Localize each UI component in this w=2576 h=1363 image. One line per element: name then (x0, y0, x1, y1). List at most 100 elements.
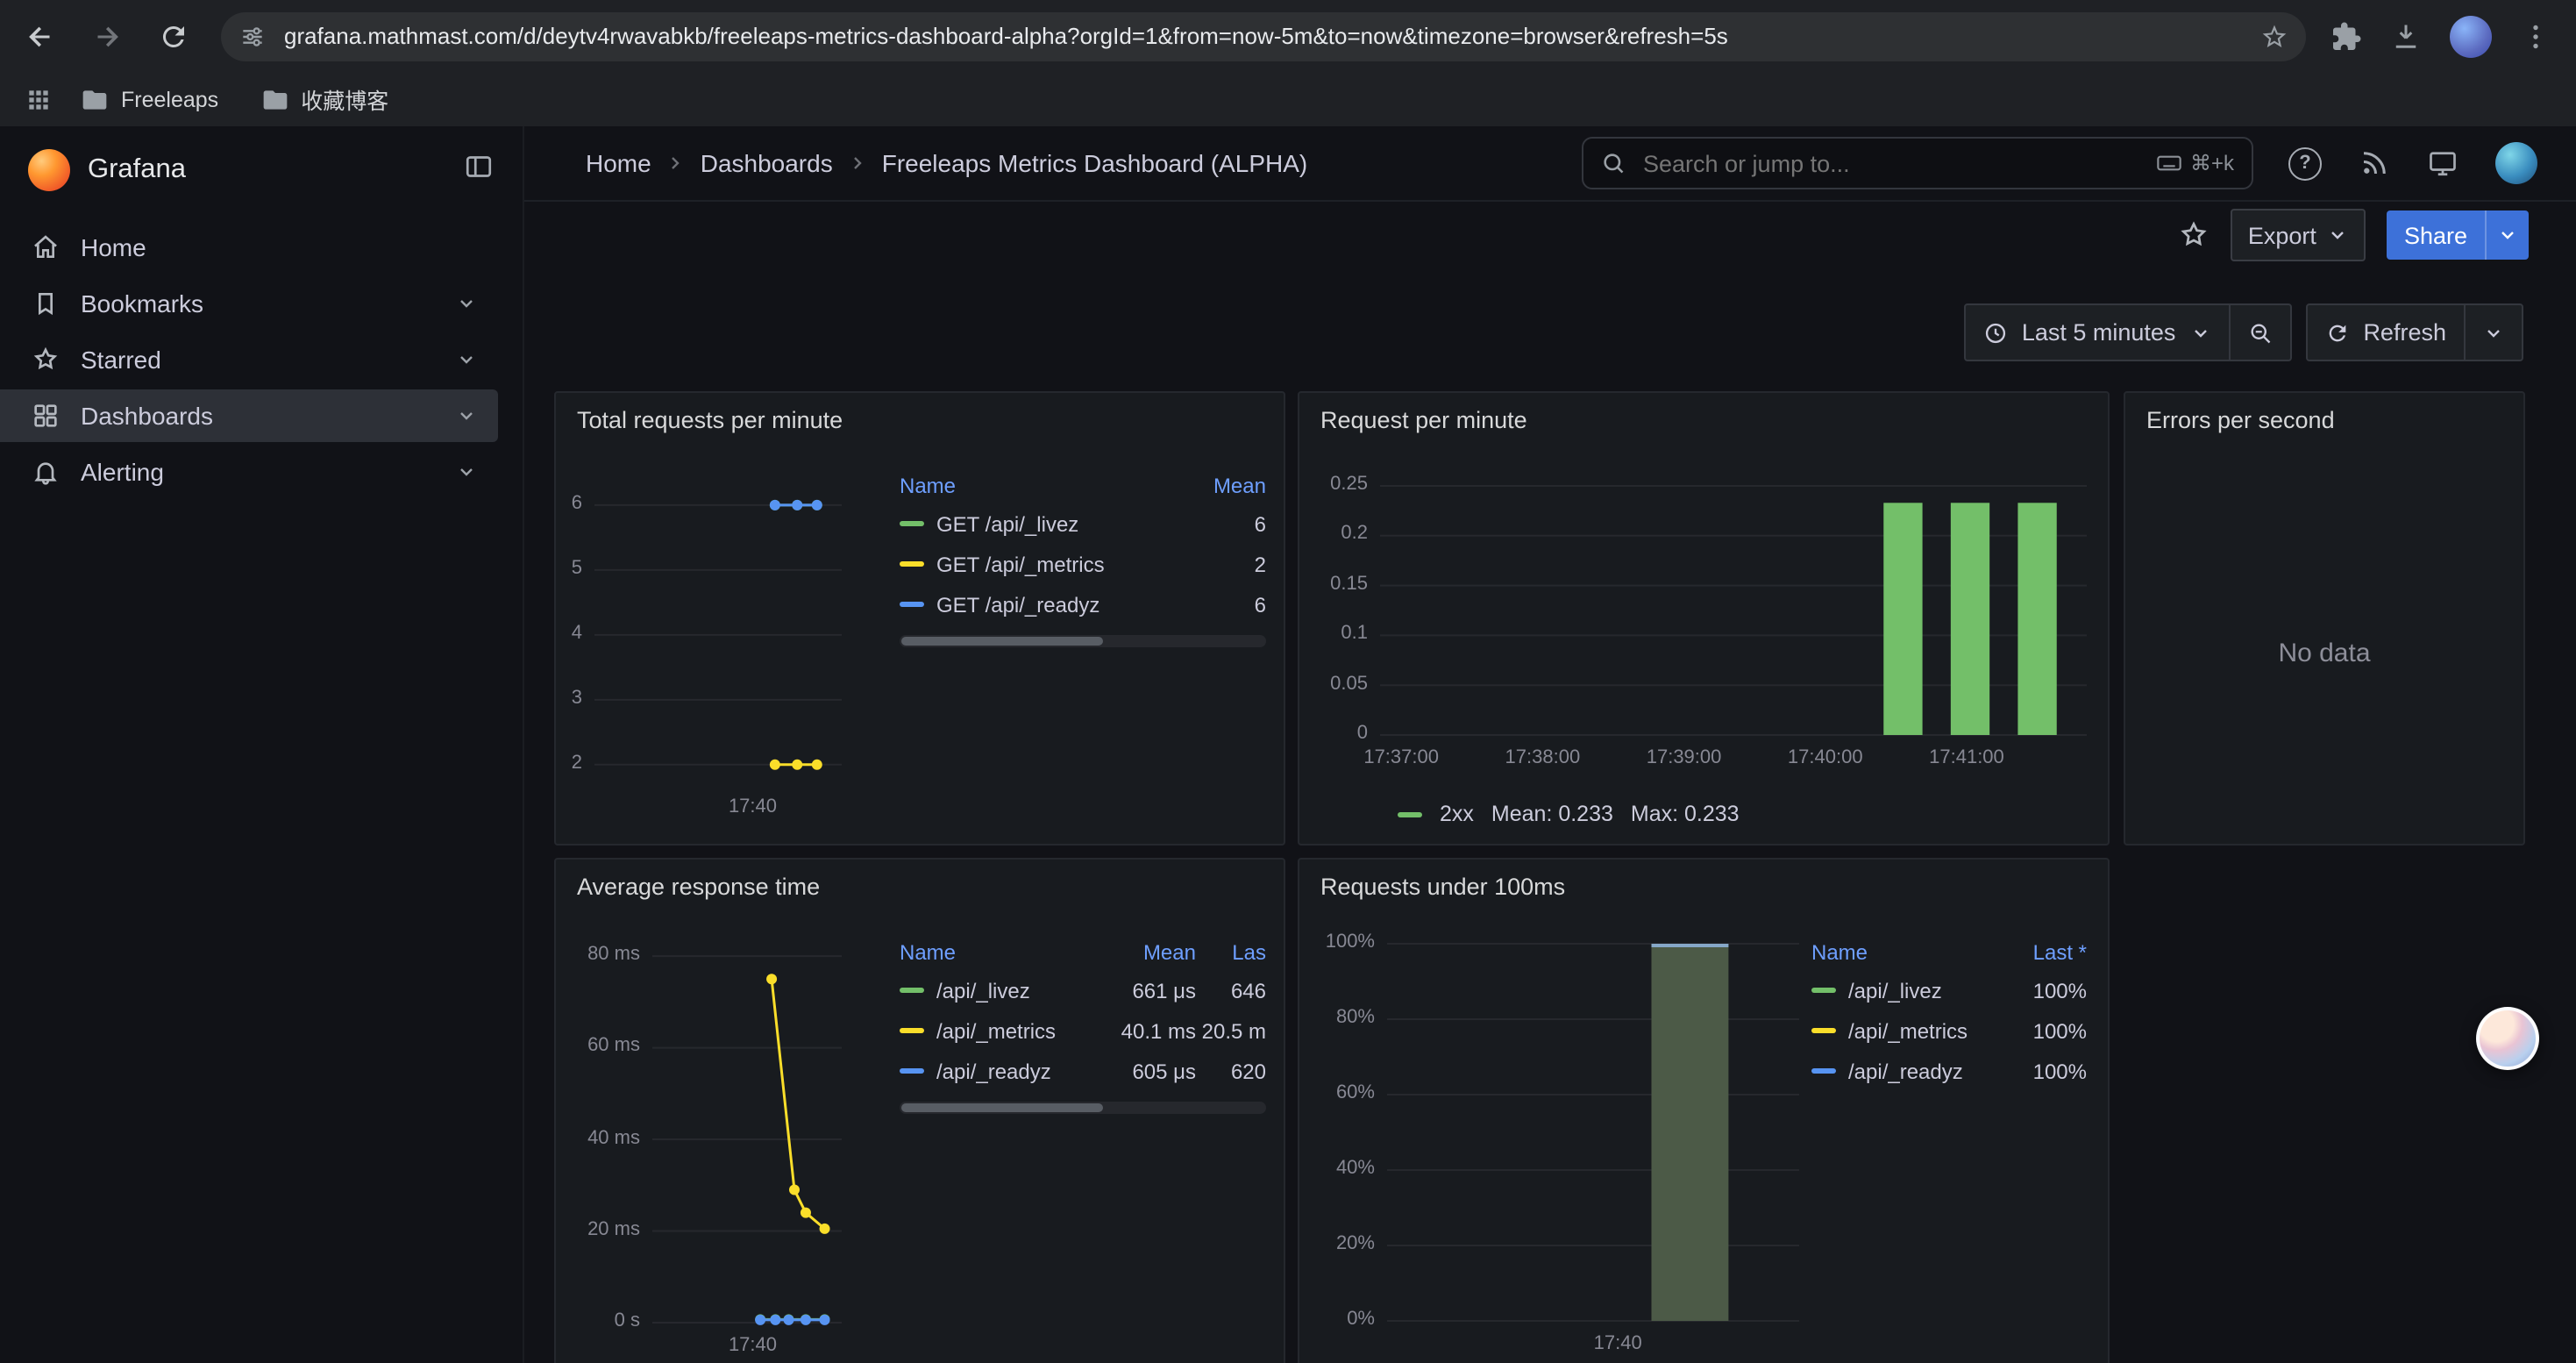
legend-col-name[interactable]: Name (1811, 939, 2003, 964)
download-icon[interactable] (2390, 20, 2422, 52)
legend-col-mean[interactable]: Mean (1182, 473, 1266, 497)
legend-row[interactable]: GET /api/_livez 6 (900, 503, 1266, 544)
series-name: /api/_metrics (1848, 1018, 1968, 1043)
y-axis-tick: 0 (1357, 723, 1368, 744)
legend-row[interactable]: GET /api/_readyz 6 (900, 584, 1266, 624)
panel-title[interactable]: Request per minute (1320, 407, 1527, 433)
series-last: 620 (1196, 1059, 1266, 1083)
sidebar-item-dashboards[interactable]: Dashboards (0, 389, 498, 442)
series-last: 100% (2003, 1059, 2087, 1083)
assistant-avatar[interactable] (2476, 1007, 2539, 1070)
chevron-down-icon (2189, 322, 2210, 343)
chevron-down-icon[interactable] (456, 293, 477, 314)
bookmark-freeleaps[interactable]: Freeleaps (67, 78, 232, 120)
under-100ms-chart[interactable]: 100%80%60%40%20%0%17:40 (1313, 926, 1839, 1363)
panel-title[interactable]: Errors per second (2146, 407, 2335, 433)
refresh-icon (2324, 320, 2349, 345)
chevron-down-icon[interactable] (456, 349, 477, 370)
bookmark-star-icon[interactable] (2260, 22, 2288, 50)
search-input[interactable]: ⌘+k (1582, 137, 2253, 189)
y-axis-tick: 2 (572, 753, 582, 774)
legend-col-name[interactable]: Name (900, 939, 1094, 964)
legend-scrollbar[interactable] (900, 635, 1266, 647)
omnibox[interactable] (221, 11, 2306, 61)
chart-canvas (1313, 926, 1839, 1363)
legend-col-mean[interactable]: Mean (1094, 939, 1196, 964)
browser-profile-avatar[interactable] (2450, 15, 2492, 57)
refresh-interval-caret[interactable] (2466, 305, 2522, 360)
y-axis-tick: 60 ms (587, 1036, 640, 1057)
time-range-label: Last 5 minutes (2022, 319, 2176, 346)
share-button[interactable]: Share (2387, 211, 2529, 260)
legend-row[interactable]: /api/_livez 661 μs 646 (900, 970, 1266, 1010)
series-name: /api/_readyz (936, 1059, 1051, 1083)
y-axis-tick: 3 (572, 688, 582, 709)
sidebar-item-alerting[interactable]: Alerting (0, 446, 498, 498)
panel-title[interactable]: Total requests per minute (577, 407, 843, 433)
chevron-down-icon[interactable] (456, 405, 477, 426)
chevron-down-icon[interactable] (456, 461, 477, 482)
help-icon[interactable]: ? (2288, 146, 2322, 180)
apps-grid-icon[interactable] (25, 85, 53, 113)
legend[interactable]: 2xx Mean: 0.233 Max: 0.233 (1398, 802, 1740, 826)
browser-toolbar (0, 0, 2576, 72)
refresh-button[interactable]: Refresh (2307, 305, 2464, 360)
legend-row[interactable]: /api/_livez 100% (1811, 970, 2087, 1010)
sidebar-nav: Home Bookmarks Starred Dashboards Alerti… (0, 218, 523, 502)
dock-sidebar-icon[interactable] (463, 151, 495, 182)
legend-col-last[interactable]: Last * (2003, 939, 2087, 964)
sidebar-item-bookmarks[interactable]: Bookmarks (0, 277, 498, 330)
search-shortcut: ⌘+k (2190, 151, 2234, 175)
breadcrumb-home[interactable]: Home (586, 149, 651, 177)
request-per-minute-chart[interactable]: 0.250.20.150.10.05017:37:0017:38:0017:39… (1313, 460, 2097, 784)
legend-row[interactable]: /api/_readyz 100% (1811, 1051, 2087, 1091)
bookmarks-bar: Freeleaps 收藏博客 (0, 72, 2576, 128)
monitor-icon[interactable] (2427, 147, 2459, 179)
sidebar-item-label: Home (81, 233, 146, 261)
series-name: GET /api/_metrics (936, 552, 1105, 576)
series-swatch (1811, 1028, 1836, 1033)
keyboard-icon (2155, 149, 2183, 177)
legend-row[interactable]: /api/_metrics 40.1 ms 20.5 m (900, 1010, 1266, 1051)
time-range-picker[interactable]: Last 5 minutes (1966, 305, 2229, 360)
search-field[interactable] (1640, 148, 2155, 178)
panel-total-requests-per-minute: Total requests per minute 6543217:40 Nam… (554, 391, 1285, 846)
browser-menu-icon[interactable] (2520, 20, 2551, 52)
news-rss-icon[interactable] (2359, 147, 2390, 179)
panel-title[interactable]: Requests under 100ms (1320, 874, 1565, 900)
back-icon[interactable] (14, 10, 67, 62)
legend-col-name[interactable]: Name (900, 473, 1182, 497)
sidebar-item-home[interactable]: Home (0, 221, 498, 274)
total-requests-chart[interactable]: 6543217:40 (570, 460, 872, 819)
reload-icon[interactable] (147, 10, 200, 62)
series-mean: Mean: 0.233 (1491, 802, 1613, 826)
legend-col-last[interactable]: Las (1196, 939, 1266, 964)
url-input[interactable] (281, 21, 2246, 51)
breadcrumb-dashboards[interactable]: Dashboards (701, 149, 833, 177)
legend-table: Name Last * /api/_livez 100% /api/_metri… (1811, 933, 2087, 1091)
grafana-logo[interactable] (28, 149, 70, 191)
y-axis-tick: 100% (1326, 931, 1375, 953)
breadcrumb-current: Freeleaps Metrics Dashboard (ALPHA) (882, 149, 1308, 177)
extensions-icon[interactable] (2330, 20, 2362, 52)
screen: Freeleaps 收藏博客 Grafana Home Bookmarks (0, 0, 2576, 1363)
legend-row[interactable]: /api/_readyz 605 μs 620 (900, 1051, 1266, 1091)
export-button[interactable]: Export (2231, 209, 2366, 261)
breadcrumb: Home Dashboards Freeleaps Metrics Dashbo… (586, 149, 1307, 177)
avg-response-chart[interactable]: 80 ms60 ms40 ms20 ms0 s17:40 (570, 926, 865, 1363)
bookmark-blog[interactable]: 收藏博客 (246, 75, 402, 123)
favorite-star-icon[interactable] (2178, 219, 2210, 251)
zoom-out-button[interactable] (2230, 305, 2289, 360)
site-info-icon[interactable] (238, 22, 267, 50)
panel-title[interactable]: Average response time (577, 874, 820, 900)
user-avatar[interactable] (2495, 142, 2537, 184)
forward-icon[interactable] (81, 10, 133, 62)
refresh-label: Refresh (2363, 319, 2446, 346)
sidebar-item-starred[interactable]: Starred (0, 333, 498, 386)
sidebar: Grafana Home Bookmarks Starred D (0, 126, 523, 1363)
share-menu-caret[interactable] (2485, 211, 2529, 260)
bookmark-label: Freeleaps (121, 87, 218, 111)
legend-row[interactable]: /api/_metrics 100% (1811, 1010, 2087, 1051)
legend-row[interactable]: GET /api/_metrics 2 (900, 544, 1266, 584)
legend-scrollbar[interactable] (900, 1102, 1266, 1114)
